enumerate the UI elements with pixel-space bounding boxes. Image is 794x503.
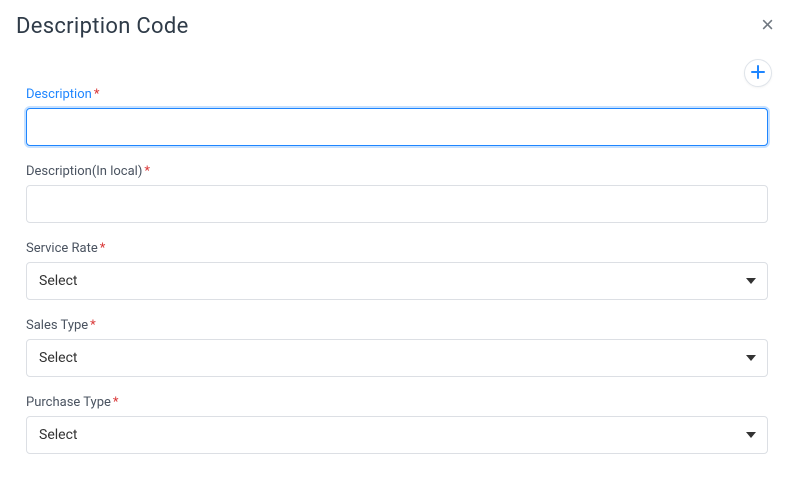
required-asterisk: *	[100, 241, 106, 256]
modal-title: Description Code	[16, 14, 189, 39]
service-rate-label: Service Rate*	[26, 241, 768, 256]
service-rate-label-text: Service Rate	[26, 241, 98, 256]
description-label-text: Description	[26, 87, 92, 102]
required-asterisk: *	[90, 318, 96, 333]
description-input[interactable]	[26, 108, 768, 146]
sales-type-select[interactable]: Select	[26, 339, 768, 377]
purchase-type-selected-text: Select	[39, 427, 77, 443]
purchase-type-label: Purchase Type*	[26, 395, 768, 410]
sales-type-label-text: Sales Type	[26, 318, 88, 333]
description-local-label: Description(In local)*	[26, 164, 768, 179]
service-rate-selected-text: Select	[39, 273, 77, 289]
required-asterisk: *	[144, 164, 150, 179]
close-button[interactable]: ×	[757, 14, 778, 36]
required-asterisk: *	[113, 395, 119, 410]
description-label: Description*	[26, 87, 768, 102]
description-local-input[interactable]	[26, 185, 768, 223]
sales-type-selected-text: Select	[39, 350, 77, 366]
description-local-label-text: Description(In local)	[26, 164, 142, 179]
service-rate-select[interactable]: Select	[26, 262, 768, 300]
sales-type-label: Sales Type*	[26, 318, 768, 333]
add-button[interactable]	[744, 59, 772, 87]
plus-icon	[751, 65, 765, 82]
purchase-type-select[interactable]: Select	[26, 416, 768, 454]
close-icon: ×	[761, 12, 774, 37]
purchase-type-label-text: Purchase Type	[26, 395, 111, 410]
required-asterisk: *	[94, 87, 100, 102]
